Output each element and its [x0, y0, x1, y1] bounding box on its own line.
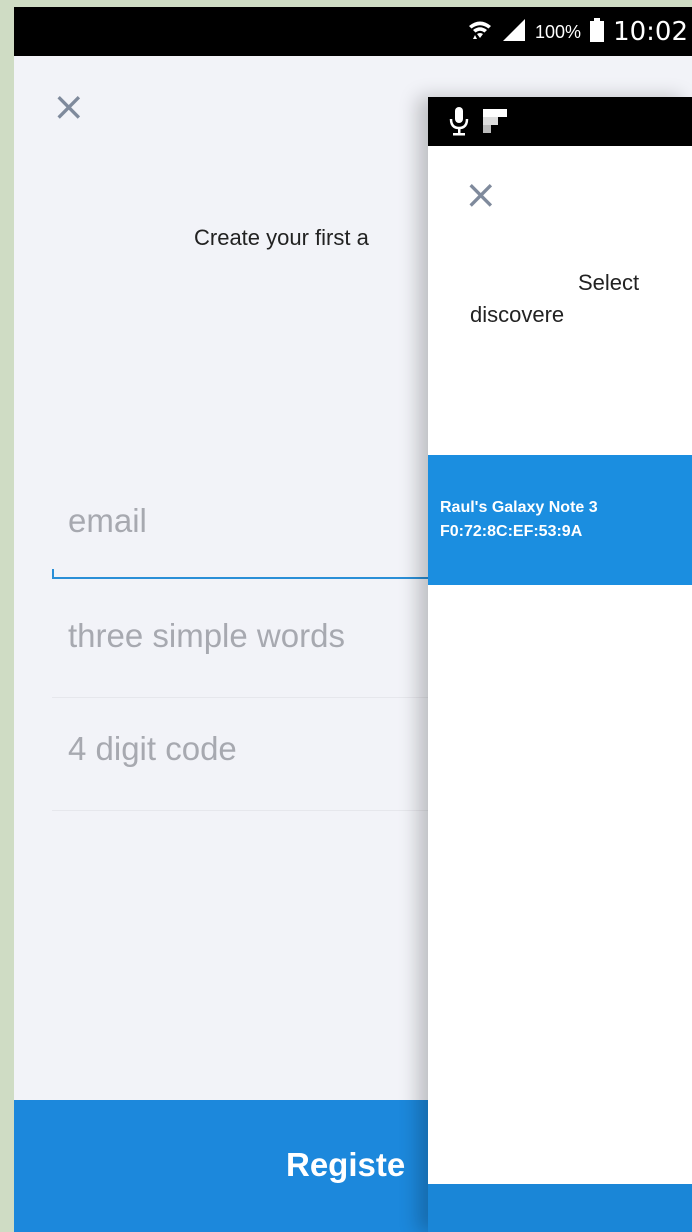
- device-list-item[interactable]: Raul's Galaxy Note 3 F0:72:8C:EF:53:9A: [428, 455, 692, 585]
- device-mac-address: F0:72:8C:EF:53:9A: [440, 523, 583, 540]
- signal-icon: [501, 17, 527, 48]
- close-icon[interactable]: ×: [52, 87, 86, 127]
- page-title: Create your first a: [194, 225, 369, 250]
- front-status-bar: [428, 97, 692, 146]
- digit-code-placeholder: 4 digit code: [68, 730, 237, 767]
- mic-icon: [448, 105, 470, 142]
- picker-close-icon[interactable]: ×: [464, 175, 498, 215]
- picker-title-line1: Select: [578, 270, 640, 295]
- picker-title-line2: discovere: [470, 302, 565, 327]
- battery-percent: 100%: [535, 21, 582, 42]
- screenshot-frame-top: [0, 0, 692, 7]
- register-button-label: Registe: [286, 1146, 406, 1183]
- status-bar: 100% 10:02: [14, 7, 692, 56]
- email-placeholder: email: [68, 502, 147, 539]
- clock: 10:02: [613, 17, 688, 47]
- wifi-icon: [467, 17, 493, 48]
- notification-app-icon: [482, 108, 508, 139]
- device-name: Raul's Galaxy Note 3: [440, 499, 598, 516]
- battery-icon: [589, 17, 605, 48]
- three-words-placeholder: three simple words: [68, 617, 345, 654]
- status-icons: 100% 10:02: [467, 15, 688, 49]
- device-picker-screen: × Select discovere Raul's Galaxy Note 3 …: [428, 97, 692, 1232]
- screenshot-frame-left: [0, 0, 14, 1232]
- picker-bottom-bar[interactable]: [428, 1184, 692, 1232]
